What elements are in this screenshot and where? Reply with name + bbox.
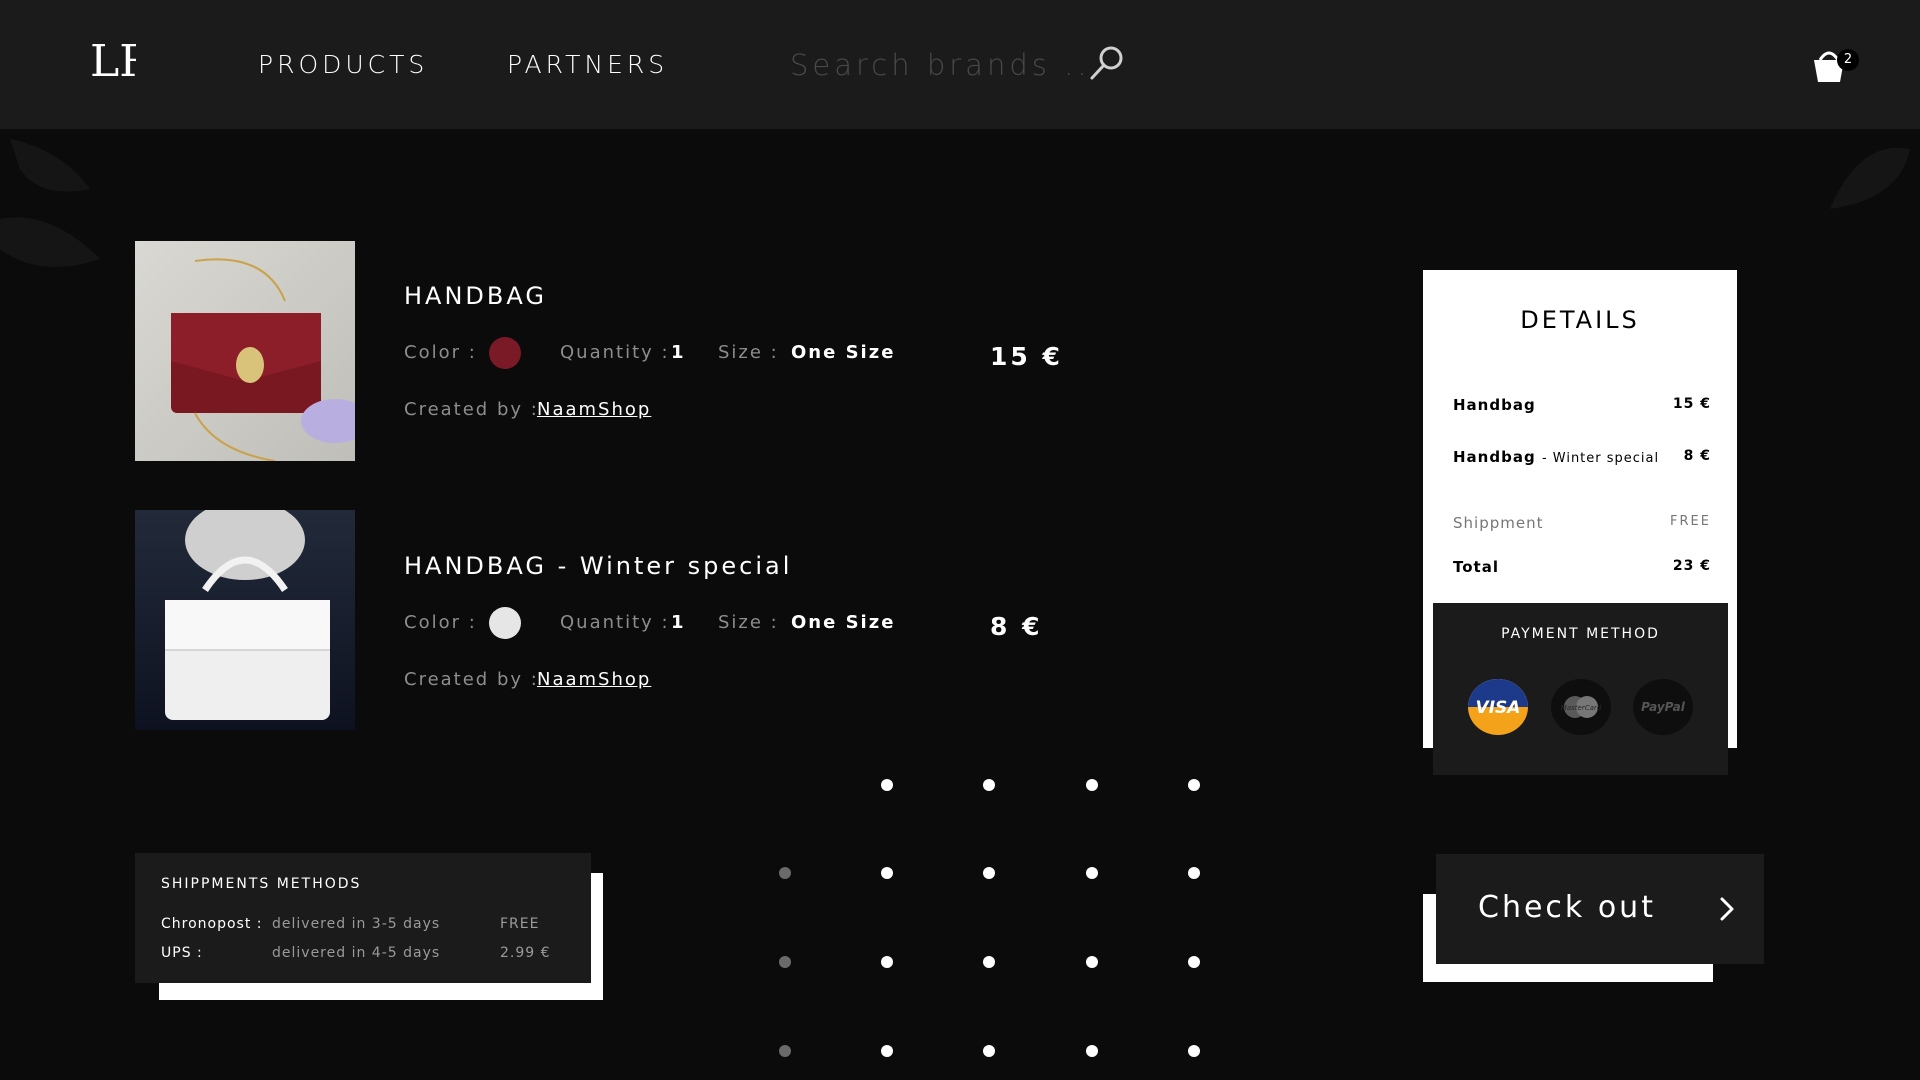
decor-dot bbox=[779, 867, 791, 879]
quantity-value[interactable]: 1 bbox=[671, 612, 686, 633]
shipping-desc: delivered in 3-5 days bbox=[272, 916, 441, 932]
shipping-price: 2.99 € bbox=[500, 945, 551, 961]
details-item-name: Handbag bbox=[1453, 396, 1536, 414]
color-swatch-burgundy[interactable] bbox=[489, 337, 521, 369]
decor-dot bbox=[983, 867, 995, 879]
product-image-handbag-winter[interactable] bbox=[135, 510, 355, 730]
decor-dot bbox=[1086, 1045, 1098, 1057]
details-item-price: 15 € bbox=[1672, 396, 1711, 412]
created-by-label: Created by : bbox=[404, 399, 539, 420]
search-input[interactable] bbox=[790, 40, 1090, 90]
shipping-methods-title: SHIPPMENTS METHODS bbox=[161, 876, 362, 892]
svg-text:LR: LR bbox=[90, 36, 136, 87]
size-value[interactable]: One Size bbox=[791, 612, 895, 633]
color-swatch-white[interactable] bbox=[489, 607, 521, 639]
quantity-label: Quantity : bbox=[560, 342, 670, 363]
decor-dot bbox=[779, 956, 791, 968]
details-shipment-line: Shippment FREE bbox=[1453, 514, 1711, 534]
svg-text:MasterCard: MasterCard bbox=[1561, 704, 1602, 712]
visa-payment-button[interactable]: VISA bbox=[1468, 679, 1528, 735]
creator-link[interactable]: NaamShop bbox=[537, 399, 651, 420]
quantity-value[interactable]: 1 bbox=[671, 342, 686, 363]
decor-dot bbox=[1086, 867, 1098, 879]
decor-dot bbox=[1188, 1045, 1200, 1057]
decor-dot bbox=[1188, 779, 1200, 791]
created-by-label: Created by : bbox=[404, 669, 539, 690]
decor-dot bbox=[1086, 779, 1098, 791]
decor-dot bbox=[983, 779, 995, 791]
size-value[interactable]: One Size bbox=[791, 342, 895, 363]
nav-partners[interactable]: PARTNERS bbox=[507, 50, 668, 79]
foliage-decoration-right bbox=[1830, 147, 1910, 209]
decor-dot bbox=[1188, 956, 1200, 968]
decor-dot bbox=[881, 867, 893, 879]
product-title: HANDBAG bbox=[404, 282, 547, 310]
details-total-line: Total 23 € bbox=[1453, 558, 1711, 578]
checkout-label[interactable]: Check out bbox=[1478, 890, 1656, 925]
decor-dot bbox=[983, 1045, 995, 1057]
decor-dot bbox=[779, 1045, 791, 1057]
details-item-sub: - Winter special bbox=[1541, 451, 1660, 466]
total-value: 23 € bbox=[1672, 558, 1711, 574]
size-label: Size : bbox=[718, 342, 779, 363]
decor-dot bbox=[881, 1045, 893, 1057]
paypal-payment-button[interactable]: PayPal bbox=[1633, 679, 1693, 735]
details-item-price: 8 € bbox=[1683, 448, 1711, 464]
decor-dot bbox=[1086, 956, 1098, 968]
shipping-price: FREE bbox=[500, 916, 540, 932]
product-image-handbag[interactable] bbox=[135, 241, 355, 461]
decor-dot bbox=[1188, 867, 1200, 879]
shipping-carrier[interactable]: UPS : bbox=[161, 945, 203, 961]
product-title: HANDBAG - Winter special bbox=[404, 552, 793, 580]
decor-dot bbox=[983, 956, 995, 968]
size-label: Size : bbox=[718, 612, 779, 633]
details-line-item: Handbag - Winter special 8 € bbox=[1453, 448, 1711, 468]
search-icon[interactable] bbox=[1088, 44, 1126, 82]
details-line-item: Handbag 15 € bbox=[1453, 396, 1711, 416]
shipment-label: Shippment bbox=[1453, 514, 1544, 532]
color-label: Color : bbox=[404, 342, 477, 363]
details-item-name: Handbag bbox=[1453, 448, 1536, 466]
cart-count-badge: 2 bbox=[1837, 49, 1859, 71]
shipping-carrier[interactable]: Chronopost : bbox=[161, 916, 263, 932]
shipping-desc: delivered in 4-5 days bbox=[272, 945, 441, 961]
svg-text:PayPal: PayPal bbox=[1641, 700, 1686, 714]
decor-dot bbox=[881, 779, 893, 791]
svg-text:VISA: VISA bbox=[1476, 698, 1521, 718]
creator-link[interactable]: NaamShop bbox=[537, 669, 651, 690]
shipment-value: FREE bbox=[1670, 514, 1711, 529]
total-label: Total bbox=[1453, 558, 1499, 576]
brand-logo[interactable]: LR bbox=[90, 36, 136, 94]
quantity-label: Quantity : bbox=[560, 612, 670, 633]
foliage-decoration-left bbox=[0, 139, 100, 267]
top-header: LR PRODUCTS PARTNERS 2 bbox=[0, 0, 1920, 129]
product-price: 8 € bbox=[990, 612, 1043, 641]
decor-dot bbox=[881, 956, 893, 968]
payment-method-title: PAYMENT METHOD bbox=[1501, 626, 1660, 642]
product-price: 15 € bbox=[990, 342, 1063, 371]
details-title: DETAILS bbox=[1520, 306, 1640, 334]
mastercard-payment-button[interactable]: MasterCard bbox=[1551, 679, 1611, 735]
color-label: Color : bbox=[404, 612, 477, 633]
chevron-right-icon[interactable] bbox=[1718, 896, 1736, 922]
nav-products[interactable]: PRODUCTS bbox=[258, 50, 428, 79]
